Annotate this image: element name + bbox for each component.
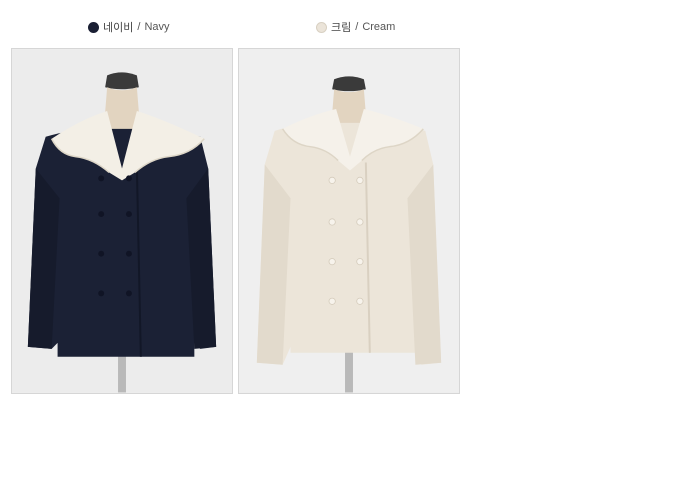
color-name-english: Navy [144, 21, 170, 33]
color-name-separator: / [137, 21, 141, 33]
navy-swatch-dot [88, 21, 99, 33]
color-name-korean: 네이비 [103, 22, 134, 34]
cream-swatch-dot [316, 21, 327, 33]
color-name-korean: 크림 [331, 22, 352, 34]
color-option-cream: 크림 / Cream [316, 19, 395, 35]
color-name-english: Cream [362, 21, 396, 33]
cream-product-image [238, 48, 460, 394]
navy-product-image [11, 48, 233, 394]
color-option-navy: 네이비 / Navy [88, 19, 170, 35]
color-name-separator: / [355, 21, 359, 33]
